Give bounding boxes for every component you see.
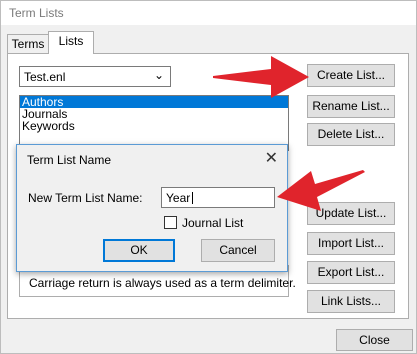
export-list-button[interactable]: Export List... [307, 261, 395, 284]
red-arrow-icon [213, 56, 309, 98]
tab-terms[interactable]: Terms [7, 34, 49, 54]
cancel-button[interactable]: Cancel [201, 239, 275, 262]
rename-list-button[interactable]: Rename List... [307, 95, 395, 118]
delete-list-button[interactable]: Delete List... [307, 123, 395, 146]
ok-button[interactable]: OK [103, 239, 175, 262]
red-arrow-icon [277, 170, 365, 211]
window-title: Term Lists [9, 6, 64, 20]
list-item[interactable]: Keywords [20, 120, 288, 132]
chevron-down-icon: ⌄ [153, 68, 164, 82]
library-select-value: Test.enl [24, 70, 66, 84]
journal-list-checkbox[interactable] [164, 216, 177, 229]
term-lists-listbox[interactable]: Authors Journals Keywords [19, 95, 289, 151]
dialog-title: Term List Name [27, 153, 112, 167]
library-select[interactable]: Test.enl ⌄ [19, 66, 171, 87]
field-label: New Term List Name: [28, 191, 143, 205]
term-list-name-value: Year [166, 191, 191, 205]
text-caret [192, 192, 193, 204]
term-list-name-input[interactable]: Year [161, 187, 275, 208]
link-lists-button[interactable]: Link Lists... [307, 290, 395, 313]
journal-list-label: Journal List [182, 216, 244, 230]
import-list-button[interactable]: Import List... [307, 232, 395, 255]
title-bar: Term Lists [1, 1, 416, 25]
term-lists-window: Term Lists Terms Lists Test.enl ⌄ Author… [0, 0, 417, 354]
tab-lists[interactable]: Lists [48, 31, 94, 54]
close-button[interactable]: Close [336, 329, 413, 351]
close-icon[interactable]: ✕ [265, 148, 278, 168]
delimiter-note: Carriage return is always used as a term… [29, 276, 296, 290]
create-list-button[interactable]: Create List... [307, 64, 395, 87]
